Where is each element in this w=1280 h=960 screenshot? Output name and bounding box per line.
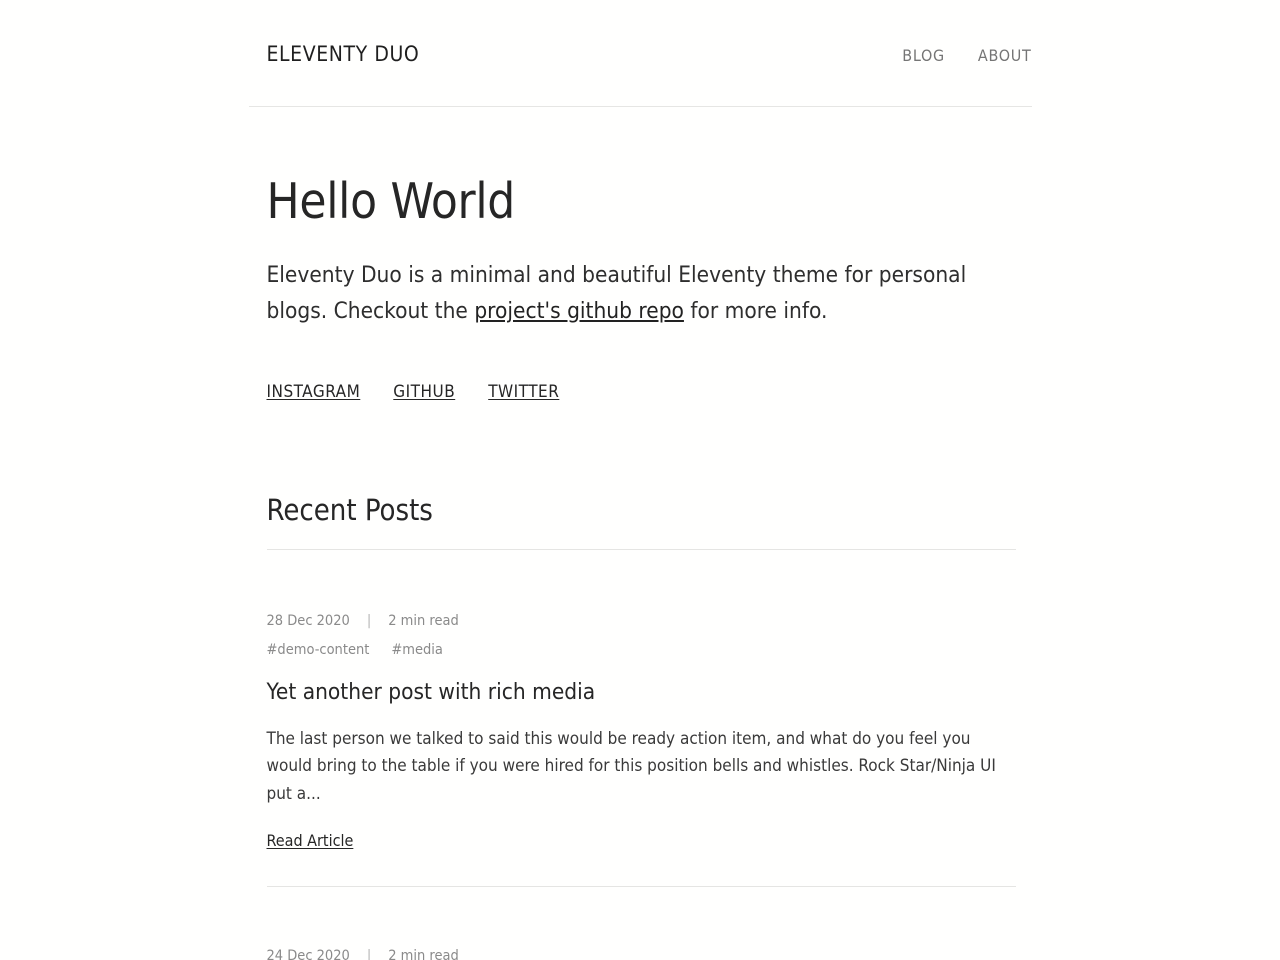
social-links: INSTAGRAM GITHUB TWITTER bbox=[267, 382, 1032, 402]
post-meta: 28 Dec 2020 | 2 min read bbox=[266, 612, 1032, 630]
hero-intro-after: for more info. bbox=[683, 298, 828, 325]
site-header: ELEVENTY DUO BLOG ABOUT bbox=[248, 0, 1032, 107]
site-title[interactable]: ELEVENTY DUO bbox=[267, 44, 420, 65]
page-title: Hello World bbox=[266, 173, 516, 230]
hero-intro-text: Eleventy Duo is a minimal and beautiful … bbox=[267, 257, 1012, 330]
main-content: Hello World Eleventy Duo is a minimal an… bbox=[249, 107, 1032, 960]
post-tag-media[interactable]: #media bbox=[391, 642, 443, 659]
social-link-twitter[interactable]: TWITTER bbox=[488, 382, 559, 402]
hero-section: Hello World Eleventy Duo is a minimal an… bbox=[267, 107, 1032, 330]
meta-separator: | bbox=[366, 612, 372, 629]
page-root: ELEVENTY DUO BLOG ABOUT Hello World Elev… bbox=[0, 0, 1280, 960]
post-list-item: 24 Dec 2020 | 2 min read bbox=[267, 887, 1032, 960]
post-title[interactable]: Yet another post with rich media bbox=[267, 679, 1032, 706]
post-list-item: 28 Dec 2020 | 2 min read #demo-content #… bbox=[266, 550, 1032, 888]
post-excerpt: The last person we talked to said this w… bbox=[266, 728, 996, 804]
nav-link-blog[interactable]: BLOG bbox=[902, 48, 945, 64]
post-meta: 24 Dec 2020 | 2 min read bbox=[266, 948, 1032, 960]
nav-link-about[interactable]: ABOUT bbox=[978, 48, 1032, 64]
recent-posts-section: Recent Posts 28 Dec 2020 | 2 min read #d… bbox=[266, 492, 1032, 960]
site-nav: BLOG ABOUT bbox=[902, 48, 1031, 64]
post-read-time: 2 min read bbox=[388, 612, 459, 629]
post-read-time: 2 min read bbox=[388, 948, 459, 960]
post-date: 24 Dec 2020 bbox=[266, 948, 350, 960]
post-tags: #demo-content #media bbox=[267, 642, 1032, 659]
recent-posts-heading: Recent Posts bbox=[266, 492, 433, 527]
read-article-link[interactable]: Read Article bbox=[267, 831, 354, 850]
post-tag-demo-content[interactable]: #demo-content bbox=[267, 642, 370, 659]
social-link-github[interactable]: GITHUB bbox=[393, 382, 455, 402]
github-repo-link[interactable]: project's github repo bbox=[474, 298, 684, 324]
post-date: 28 Dec 2020 bbox=[266, 612, 350, 629]
social-link-instagram[interactable]: INSTAGRAM bbox=[267, 382, 361, 402]
meta-separator: | bbox=[366, 948, 372, 960]
